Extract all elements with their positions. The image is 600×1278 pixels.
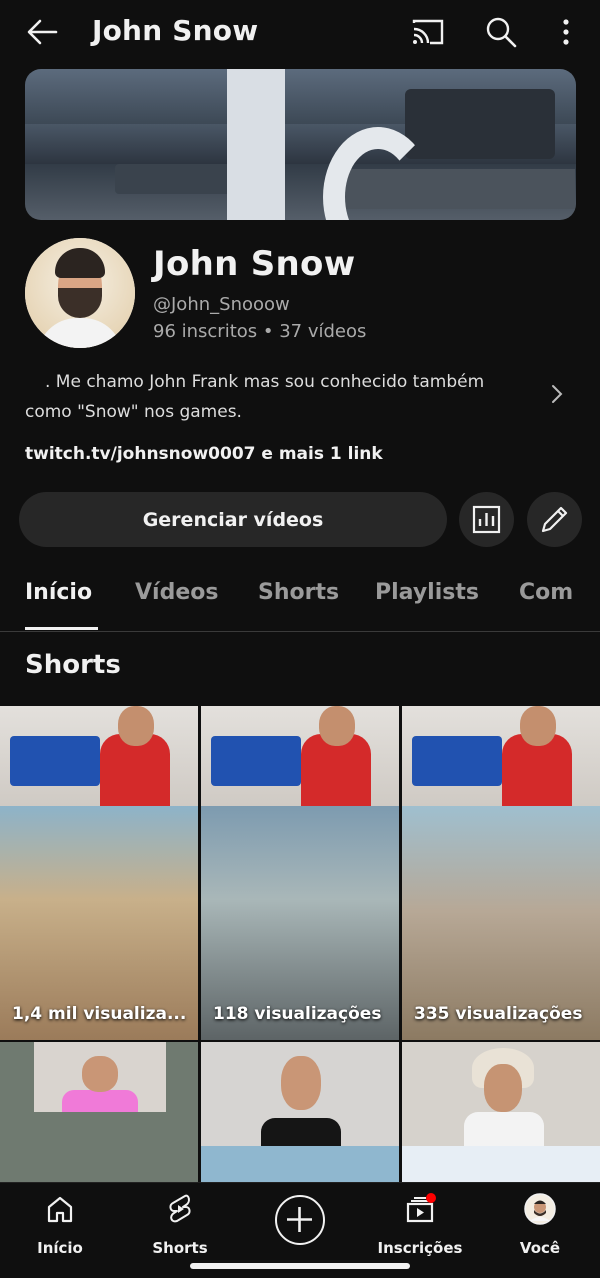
cast-icon[interactable] bbox=[410, 14, 446, 50]
channel-name: John Snow bbox=[153, 244, 356, 284]
nav-label: Shorts bbox=[152, 1239, 208, 1257]
channel-avatar[interactable] bbox=[25, 238, 135, 348]
tab-shorts[interactable]: Shorts bbox=[258, 580, 339, 605]
section-title: Shorts bbox=[25, 650, 121, 680]
profile-avatar-icon bbox=[524, 1193, 556, 1225]
search-icon[interactable] bbox=[483, 14, 519, 50]
channel-description[interactable]: . Me chamo John Frank mas sou conhecido … bbox=[25, 367, 545, 427]
short-thumbnail[interactable]: 1,4 mil visualiza... bbox=[0, 706, 198, 1040]
nav-inscricoes[interactable]: Inscrições bbox=[370, 1193, 470, 1257]
channel-tabs: Início Vídeos Shorts Playlists Com bbox=[0, 570, 600, 632]
short-thumbnail[interactable] bbox=[201, 1042, 399, 1182]
channel-stats: 96 inscritos • 37 vídeos bbox=[153, 321, 367, 342]
nav-shorts[interactable]: Shorts bbox=[130, 1193, 230, 1257]
analytics-button[interactable] bbox=[459, 492, 514, 547]
chevron-right-icon[interactable] bbox=[549, 382, 565, 406]
tab-videos[interactable]: Vídeos bbox=[135, 580, 218, 605]
channel-handle: @John_Snooow bbox=[153, 294, 290, 315]
create-button[interactable] bbox=[275, 1195, 325, 1245]
top-bar: John Snow bbox=[0, 0, 600, 64]
tab-community[interactable]: Com bbox=[519, 580, 573, 605]
tab-playlists[interactable]: Playlists bbox=[375, 580, 479, 605]
description-line-2: como "Snow" nos games. bbox=[25, 402, 242, 422]
home-icon bbox=[47, 1196, 73, 1223]
nav-label: Início bbox=[37, 1239, 83, 1257]
notification-dot bbox=[426, 1193, 436, 1203]
nav-voce[interactable]: Você bbox=[490, 1193, 590, 1257]
short-views: 118 visualizações bbox=[213, 1004, 382, 1024]
bottom-nav: Início Shorts Inscrições Você bbox=[0, 1182, 600, 1278]
analytics-icon bbox=[472, 505, 501, 534]
more-vert-icon[interactable] bbox=[550, 14, 586, 50]
page-title: John Snow bbox=[92, 14, 259, 47]
nav-label: Você bbox=[519, 1239, 561, 1257]
arrow-left-icon[interactable] bbox=[22, 14, 62, 50]
description-line-1: . Me chamo John Frank mas sou conhecido … bbox=[45, 372, 485, 392]
manage-videos-button[interactable]: Gerenciar vídeos bbox=[19, 492, 447, 547]
shorts-grid: 1,4 mil visualiza... 118 visualizações 3… bbox=[0, 706, 600, 1182]
short-thumbnail[interactable] bbox=[0, 1042, 198, 1182]
create-plus-icon bbox=[287, 1207, 312, 1232]
short-views: 335 visualizações bbox=[414, 1004, 583, 1024]
tab-inicio[interactable]: Início bbox=[25, 580, 92, 605]
short-views: 1,4 mil visualiza... bbox=[12, 1004, 187, 1024]
shorts-icon bbox=[169, 1194, 191, 1223]
system-home-indicator[interactable] bbox=[190, 1263, 410, 1269]
pencil-icon bbox=[541, 506, 568, 533]
short-thumbnail[interactable]: 118 visualizações bbox=[201, 706, 399, 1040]
channel-banner bbox=[25, 69, 576, 220]
active-tab-indicator bbox=[25, 627, 98, 630]
nav-label: Inscrições bbox=[377, 1239, 463, 1257]
channel-link[interactable]: twitch.tv/johnsnow0007 e mais 1 link bbox=[25, 444, 383, 464]
short-thumbnail[interactable] bbox=[402, 1042, 600, 1182]
short-thumbnail[interactable]: 335 visualizações bbox=[402, 706, 600, 1040]
edit-button[interactable] bbox=[527, 492, 582, 547]
nav-inicio[interactable]: Início bbox=[10, 1193, 110, 1257]
subscriptions-icon bbox=[406, 1193, 436, 1223]
